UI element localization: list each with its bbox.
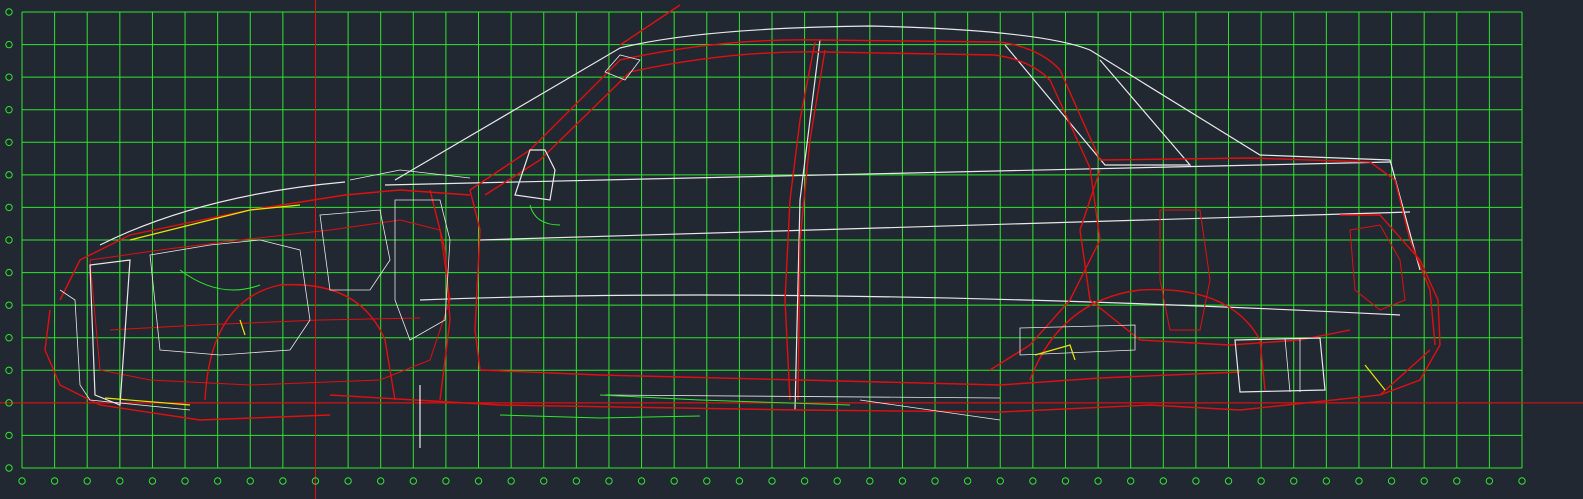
grid-marker-row: [5, 431, 13, 440]
radiator-support: [89, 259, 131, 406]
grid-marker-column: [1029, 477, 1037, 485]
rear-bumper-accent: [1364, 364, 1386, 391]
grid-marker-column: [1453, 477, 1461, 485]
cad-canvas[interactable]: [0, 0, 1583, 499]
grid-marker-column: [1485, 477, 1494, 485]
grid-marker-column: [1224, 477, 1233, 485]
grid-marker-column: [376, 477, 385, 485]
roof-rail: [469, 39, 1436, 346]
grid-marker-column: [1257, 477, 1265, 485]
grid-marker-column: [1387, 477, 1396, 485]
grid-marker-column: [18, 477, 26, 485]
grid-marker-column: [540, 477, 548, 485]
grid-markers: [5, 8, 1526, 485]
mirror-arm: [529, 204, 561, 226]
c-pillar: [989, 167, 1101, 371]
grid-marker-column: [344, 477, 352, 485]
grid-marker-column: [213, 477, 222, 485]
grid-marker-row: [5, 73, 13, 81]
grid-marker-column: [1159, 477, 1168, 485]
engine-bay-accent: [239, 319, 246, 336]
floor-pan: [479, 369, 1241, 386]
car-body-outline[interactable]: [44, 4, 1441, 448]
firewall: [429, 189, 451, 401]
grid-marker-row: [5, 366, 13, 374]
front-bumper: [44, 309, 331, 421]
grid-marker-row: [5, 268, 13, 277]
grid-marker-row: [5, 464, 13, 472]
grid-marker-column: [605, 477, 613, 485]
grid-marker-column: [996, 477, 1004, 485]
grid-marker-column: [1322, 477, 1331, 485]
grid-marker-column: [1126, 477, 1135, 485]
grid-marker-column: [409, 477, 418, 485]
grid-marker-column: [800, 477, 809, 485]
beltline-lower: [479, 211, 1411, 241]
grid-marker-column: [83, 477, 91, 485]
hood-white-line: [99, 181, 346, 246]
grid-marker-column: [442, 477, 450, 485]
grid-marker-column: [833, 477, 841, 485]
grid-marker-column: [1290, 477, 1298, 485]
grid-marker-column: [637, 477, 646, 485]
hood-edge-accent: [129, 204, 301, 241]
grid-marker-column: [1192, 477, 1200, 485]
grid-marker-row: [5, 334, 13, 342]
grid-marker-column: [148, 477, 157, 485]
grid-marker-column: [572, 477, 581, 485]
beltline-upper: [384, 161, 1391, 186]
fuel-tank-divider: [1284, 337, 1301, 393]
grid-marker-column: [931, 477, 939, 485]
grid-marker-column: [1518, 477, 1526, 485]
rear-quarter: [1079, 169, 1351, 346]
antenna: [619, 4, 681, 46]
grid-marker-column: [1355, 477, 1363, 485]
grid-layer: [0, 0, 1583, 499]
grid-marker-row: [5, 301, 13, 309]
grid-marker-row: [5, 138, 13, 146]
front-fender: [59, 189, 471, 301]
rear-floor-bracket: [1019, 324, 1136, 356]
fuel-line: [499, 414, 701, 419]
grid-marker-row: [5, 106, 13, 114]
tail-light: [1349, 224, 1406, 311]
windshield-line: [394, 25, 1421, 271]
cad-drawing-viewport[interactable]: [0, 0, 1583, 499]
grid-marker-column: [703, 477, 711, 485]
grid-marker-column: [866, 477, 874, 485]
grid-marker-column: [507, 477, 515, 485]
b-pillar-inner: [797, 49, 826, 401]
front-bumper-white: [59, 289, 191, 411]
grid-marker-column: [474, 477, 483, 485]
grid-marker-column: [1420, 477, 1428, 485]
grid-marker-row: [5, 236, 13, 244]
intake-manifold: [319, 209, 391, 291]
grid-marker-column: [116, 477, 124, 485]
grid-marker-column: [768, 477, 776, 485]
grid-marker-column: [1094, 477, 1102, 485]
grid-marker-column: [246, 477, 254, 485]
grid-marker-row: [5, 8, 13, 16]
grid-marker-row: [5, 203, 13, 212]
grid-marker-column: [963, 477, 972, 485]
grid-marker-column: [898, 477, 907, 485]
grid-marker-row: [5, 171, 13, 179]
grid-marker-column: [735, 477, 744, 485]
grid-marker-column: [50, 477, 59, 485]
rear-suspension-tower: [1159, 209, 1211, 331]
grid-marker-column: [181, 477, 189, 485]
grid-marker-column: [279, 477, 287, 485]
grid-marker-row: [5, 40, 13, 49]
grid-marker-column: [1061, 477, 1070, 485]
grid-marker-column: [670, 477, 678, 485]
fuel-tank: [1234, 337, 1326, 393]
